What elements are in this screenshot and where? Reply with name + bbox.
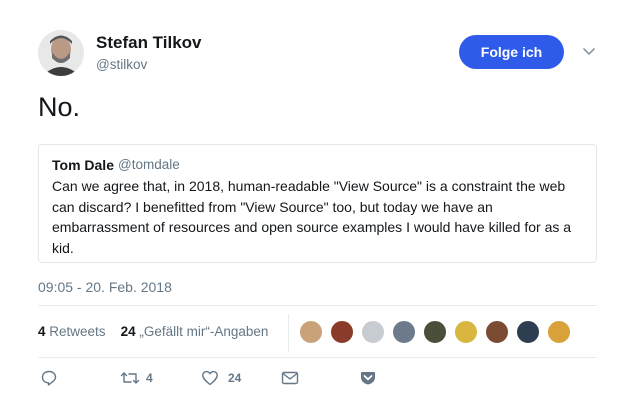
author-avatar[interactable] bbox=[38, 30, 84, 76]
like-button[interactable]: 24 bbox=[201, 369, 241, 387]
quoted-author-name: Tom Dale bbox=[52, 157, 114, 173]
liker-avatar[interactable] bbox=[330, 320, 354, 344]
divider bbox=[38, 357, 597, 358]
liker-avatar[interactable] bbox=[361, 320, 385, 344]
retweet-icon bbox=[120, 369, 140, 387]
liker-avatar[interactable] bbox=[454, 320, 478, 344]
retweets-stat[interactable]: 4 Retweets bbox=[38, 324, 106, 339]
envelope-icon bbox=[281, 370, 299, 386]
stats-separator bbox=[288, 314, 289, 352]
retweet-button[interactable]: 4 bbox=[120, 369, 153, 387]
liker-avatar[interactable] bbox=[299, 320, 323, 344]
quoted-author-handle: @tomdale bbox=[118, 157, 180, 172]
direct-message-button[interactable] bbox=[281, 370, 299, 386]
quoted-tweet-text: Can we agree that, in 2018, human-readab… bbox=[52, 178, 572, 256]
reply-icon bbox=[40, 369, 58, 387]
author-handle[interactable]: @stilkov bbox=[96, 57, 147, 72]
liker-avatar[interactable] bbox=[423, 320, 447, 344]
divider bbox=[38, 305, 597, 306]
liker-avatar[interactable] bbox=[516, 320, 540, 344]
tweet-timestamp[interactable]: 09:05 - 20. Feb. 2018 bbox=[38, 279, 172, 295]
retweet-count: 4 bbox=[146, 371, 153, 385]
liker-avatar[interactable] bbox=[547, 320, 571, 344]
chevron-down-icon[interactable] bbox=[582, 44, 596, 58]
heart-icon bbox=[201, 369, 219, 387]
like-count: 24 bbox=[228, 371, 242, 385]
tweet-stats: 4 Retweets 24 „Gefällt mir“-Angaben bbox=[38, 324, 268, 339]
pocket-icon bbox=[360, 370, 376, 386]
tweet-text: No. bbox=[38, 92, 81, 122]
likes-stat[interactable]: 24 „Gefällt mir“-Angaben bbox=[121, 324, 269, 339]
liker-avatar[interactable] bbox=[392, 320, 416, 344]
reply-button[interactable] bbox=[40, 369, 58, 387]
liker-avatar[interactable] bbox=[485, 320, 509, 344]
follow-button[interactable]: Folge ich bbox=[459, 35, 564, 69]
likers-avatar-list bbox=[299, 320, 578, 346]
pocket-button[interactable] bbox=[360, 370, 376, 386]
author-name[interactable]: Stefan Tilkov bbox=[96, 33, 202, 53]
